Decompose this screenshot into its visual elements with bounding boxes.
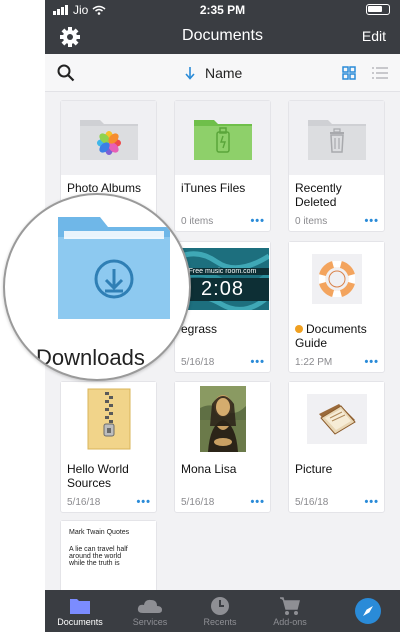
sort-control[interactable]: Name <box>185 65 242 81</box>
trash-folder-icon <box>289 101 384 175</box>
item-meta: 5/16/18 <box>181 497 215 508</box>
photos-folder-icon <box>61 101 156 175</box>
usb-folder-icon <box>175 101 270 175</box>
cloud-icon <box>137 599 162 613</box>
grid-item-documents-guide[interactable]: Documents Guide 1:22 PM ••• <box>288 241 385 373</box>
more-options-icon[interactable]: ••• <box>136 496 151 508</box>
cart-icon <box>280 597 300 615</box>
grid-item-mona-lisa[interactable]: Mona Lisa 5/16/18 ••• <box>174 381 271 513</box>
item-name: egrass <box>181 322 218 336</box>
doc-line: A lie can travel half <box>69 546 128 553</box>
edit-button[interactable]: Edit <box>362 28 386 44</box>
item-meta: 5/16/18 <box>67 497 101 508</box>
item-meta: 0 items <box>295 216 328 227</box>
more-options-icon[interactable]: ••• <box>250 215 265 227</box>
tab-label: Add-ons <box>273 617 307 627</box>
item-meta: 0 items <box>181 216 214 227</box>
doc-line: Mark Twain Quotes <box>69 529 130 536</box>
downloads-label: Downloads <box>36 345 145 370</box>
video-banner: Free music room.com <box>176 268 269 275</box>
unread-dot <box>295 325 303 333</box>
more-options-icon[interactable]: ••• <box>364 356 379 368</box>
downloads-magnifier-callout: Downloads <box>3 193 191 381</box>
item-name: Recently Deleted <box>295 181 342 209</box>
folder-icon <box>70 599 90 614</box>
sort-label: Name <box>205 65 243 81</box>
toolbar: Name <box>45 54 400 92</box>
downloads-folder-icon[interactable] <box>50 207 176 325</box>
doc-line: while the truth is <box>69 560 120 567</box>
tab-bar: Documents Services Recents Add-ons <box>45 590 400 632</box>
text-document-thumbnail: Mark Twain Quotes A lie can travel half … <box>61 521 156 591</box>
tab-services[interactable]: Services <box>115 590 185 632</box>
mona-lisa-image <box>175 382 270 456</box>
grid-item-recently-deleted[interactable]: Recently Deleted 0 items ••• <box>288 100 385 232</box>
tab-add-ons[interactable]: Add-ons <box>255 590 325 632</box>
grid-item-hello-world-sources[interactable]: Hello World Sources 5/16/18 ••• <box>60 381 157 513</box>
more-options-icon[interactable]: ••• <box>250 356 265 368</box>
list-view-icon[interactable] <box>372 66 388 85</box>
status-time: 2:35 PM <box>199 3 246 17</box>
battery-icon <box>366 4 390 15</box>
zip-archive-icon <box>61 382 156 456</box>
sort-arrow-icon <box>185 67 195 80</box>
more-options-icon[interactable]: ••• <box>364 496 379 508</box>
item-name: Mona Lisa <box>181 462 237 476</box>
status-bar: Jio 2:35 PM <box>45 0 400 20</box>
picture-file-icon <box>289 382 384 456</box>
item-name: Documents Guide <box>295 322 367 350</box>
more-options-icon[interactable]: ••• <box>250 496 265 508</box>
lifebuoy-icon <box>289 242 384 316</box>
more-options-icon[interactable]: ••• <box>364 215 379 227</box>
item-name: iTunes Files <box>181 181 246 195</box>
navigation-bar: Documents Edit <box>45 20 400 54</box>
grid-item-mark-twain-quotes[interactable]: Mark Twain Quotes A lie can travel half … <box>60 520 157 600</box>
tab-documents[interactable]: Documents <box>45 590 115 632</box>
tab-label: Documents <box>57 617 103 627</box>
tab-label: Services <box>132 617 168 627</box>
clock-icon <box>211 597 229 615</box>
doc-line: around the world <box>69 553 122 560</box>
item-name: Hello World Sources <box>67 462 129 490</box>
page-title: Documents <box>182 27 263 44</box>
grid-item-itunes-files[interactable]: iTunes Files 0 items ••• <box>174 100 271 232</box>
tab-recents[interactable]: Recents <box>185 590 255 632</box>
tab-label: Recents <box>203 617 237 627</box>
grid-view-icon[interactable] <box>342 66 356 85</box>
item-name: Picture <box>295 462 333 476</box>
browser-compass-icon[interactable] <box>355 598 381 624</box>
item-meta: 5/16/18 <box>181 357 215 368</box>
search-icon[interactable] <box>57 64 75 87</box>
item-meta: 1:22 PM <box>295 357 333 368</box>
item-meta: 5/16/18 <box>295 497 329 508</box>
grid-item-picture[interactable]: Picture 5/16/18 ••• <box>288 381 385 513</box>
